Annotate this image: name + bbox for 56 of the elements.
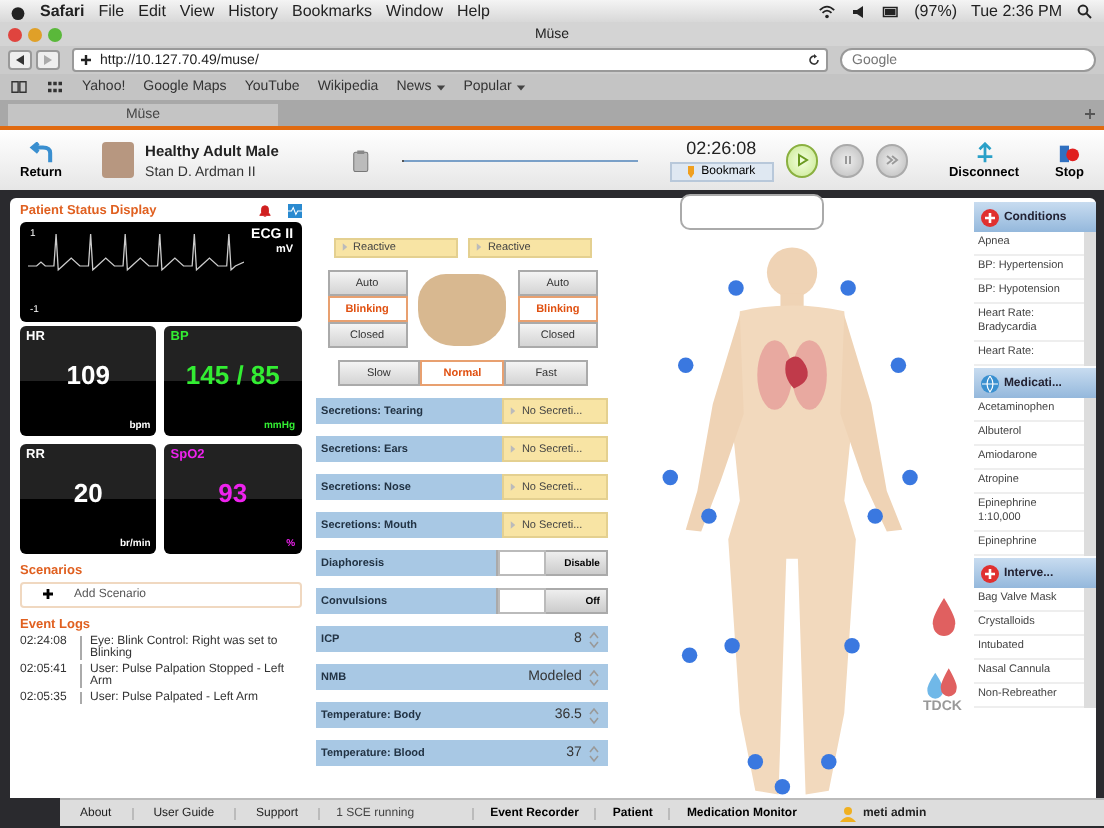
plus-icon[interactable] — [80, 54, 92, 66]
menu-item[interactable]: Window — [386, 2, 443, 20]
search-icon[interactable] — [1076, 3, 1094, 19]
triangle-icon — [341, 242, 348, 253]
blood-drop-icon[interactable] — [929, 598, 958, 636]
speech-bubble[interactable] — [679, 194, 824, 230]
avatar-placeholder — [101, 142, 134, 178]
face-placeholder — [418, 273, 507, 345]
pause-button[interactable] — [830, 143, 864, 177]
monitor-icon[interactable] — [287, 204, 302, 218]
close-button[interactable] — [8, 27, 22, 41]
triangle-icon — [509, 405, 516, 416]
new-tab-icon[interactable] — [1084, 108, 1096, 120]
stop-icon — [1056, 141, 1083, 163]
caret-icon[interactable] — [435, 83, 446, 91]
elapsed-time: 02:26:08 — [686, 138, 757, 158]
vital-value: 145 / 85 — [183, 360, 282, 394]
plus-icon — [42, 588, 54, 601]
menu-item[interactable]: History — [228, 2, 279, 20]
plus-icon — [979, 207, 1000, 227]
vital-value: 20 — [71, 478, 105, 512]
battery-percent: (97%) — [914, 2, 957, 20]
menu-item[interactable]: Help — [456, 2, 490, 20]
wifi-icon[interactable] — [818, 3, 837, 19]
menu-item[interactable]: File — [98, 2, 125, 20]
forward-arrow-icon — [42, 54, 54, 66]
return-arrow-icon — [27, 141, 54, 163]
triangle-icon — [509, 519, 516, 530]
reload-icon[interactable] — [808, 54, 820, 66]
globe-icon — [979, 373, 1000, 393]
battery-icon[interactable] — [882, 3, 901, 19]
body-figure-drawing[interactable] — [662, 247, 918, 795]
vital-value: 93 — [216, 478, 250, 512]
menu-clock[interactable]: Tue 2:36 PM — [970, 2, 1062, 20]
clipboard-icon[interactable] — [351, 147, 370, 173]
grid-icon[interactable] — [46, 80, 64, 94]
triangle-icon — [475, 242, 482, 253]
fluid-drops-icon[interactable] — [924, 668, 961, 700]
triangle-icon — [509, 481, 516, 492]
bell-icon[interactable] — [257, 204, 272, 218]
fast-forward-icon — [882, 150, 903, 170]
caret-icon[interactable] — [515, 83, 526, 91]
timeline-track[interactable] — [401, 159, 638, 161]
pin-icon — [687, 166, 694, 178]
vital-value: 109 — [64, 360, 112, 394]
menu-item[interactable]: View — [179, 2, 215, 20]
fast-forward-button[interactable] — [875, 143, 909, 177]
back-arrow-icon — [14, 54, 26, 66]
menu-item[interactable]: Edit — [138, 2, 166, 20]
menu-item[interactable]: Safari — [40, 2, 85, 20]
menu-item[interactable]: Bookmarks — [292, 2, 373, 20]
back-button[interactable] — [8, 50, 32, 70]
plus-icon — [979, 563, 1000, 583]
play-button[interactable] — [785, 143, 819, 177]
triangle-icon — [509, 443, 516, 454]
book-icon[interactable] — [10, 80, 28, 94]
